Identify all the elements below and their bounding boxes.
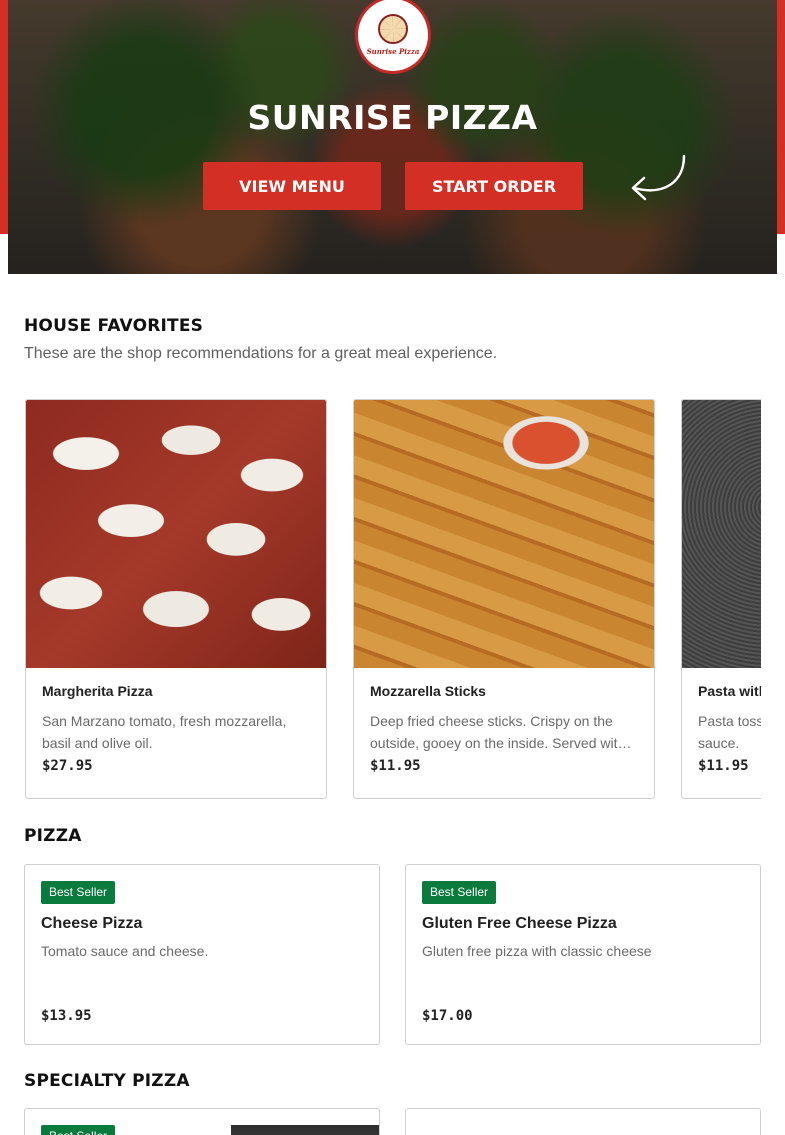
house-favorites-subtitle: These are the shop recommendations for a… — [24, 345, 498, 362]
view-menu-button[interactable]: VIEW MENU — [203, 162, 381, 210]
menu-item-gluten-free-cheese-pizza[interactable]: Best Seller Gluten Free Cheese Pizza Glu… — [405, 864, 761, 1045]
item-price: $13.95 — [41, 1008, 92, 1024]
favorite-card-mozzarella-sticks[interactable]: Mozzarella Sticks Deep fried cheese stic… — [353, 399, 655, 799]
item-price: $11.95 — [698, 758, 749, 774]
item-name: Gluten Free Cheese Pizza — [422, 915, 617, 932]
best-seller-badge: Best Seller — [422, 881, 497, 904]
logo-text: Sunrise Pizza — [366, 47, 420, 56]
item-price: $27.95 — [42, 758, 93, 774]
mozzarella-sticks-image — [354, 400, 654, 668]
best-seller-badge: Best Seller — [41, 881, 116, 904]
item-description: Tomato sauce and cheese. — [41, 943, 209, 959]
specialty-item-image — [231, 1125, 379, 1135]
house-favorites-heading: HOUSE FAVORITES — [24, 316, 204, 336]
item-description: Deep fried cheese sticks. Crispy on the … — [370, 713, 626, 751]
curved-arrow-icon — [631, 154, 686, 201]
item-description: Pasta tossed in our homemade marinara sa… — [698, 713, 761, 751]
pizza-heading: PIZZA — [24, 826, 82, 846]
favorite-card-margherita[interactable]: Margherita Pizza San Marzano tomato, fre… — [25, 399, 327, 799]
start-order-button[interactable]: START ORDER — [405, 162, 583, 210]
restaurant-name: SUNRISE PIZZA — [247, 98, 538, 137]
margherita-pizza-image — [26, 400, 326, 668]
favorites-carousel[interactable]: Margherita Pizza San Marzano tomato, fre… — [24, 399, 761, 800]
specialty-pizza-heading: SPECIALTY PIZZA — [24, 1071, 190, 1091]
pasta-image — [682, 400, 761, 668]
best-seller-badge: Best Seller — [41, 1125, 116, 1135]
item-name: Margherita Pizza — [42, 683, 153, 699]
favorite-card-pasta[interactable]: Pasta with Marinara Sauce Pasta tossed i… — [681, 399, 761, 799]
item-description: Gluten free pizza with classic cheese — [422, 943, 652, 959]
item-name: Mozzarella Sticks — [370, 683, 486, 699]
item-price: $17.00 — [422, 1008, 473, 1024]
specialty-item-card[interactable]: Best Seller — [24, 1108, 380, 1135]
item-name: Cheese Pizza — [41, 915, 143, 932]
specialty-item-card[interactable] — [405, 1108, 761, 1135]
item-price: $11.95 — [370, 758, 421, 774]
item-name: Pasta with Marinara Sauce — [698, 683, 761, 699]
menu-item-cheese-pizza[interactable]: Best Seller Cheese Pizza Tomato sauce an… — [24, 864, 380, 1045]
item-description: San Marzano tomato, fresh mozzarella, ba… — [42, 713, 287, 751]
pizza-logo-icon — [378, 14, 408, 44]
